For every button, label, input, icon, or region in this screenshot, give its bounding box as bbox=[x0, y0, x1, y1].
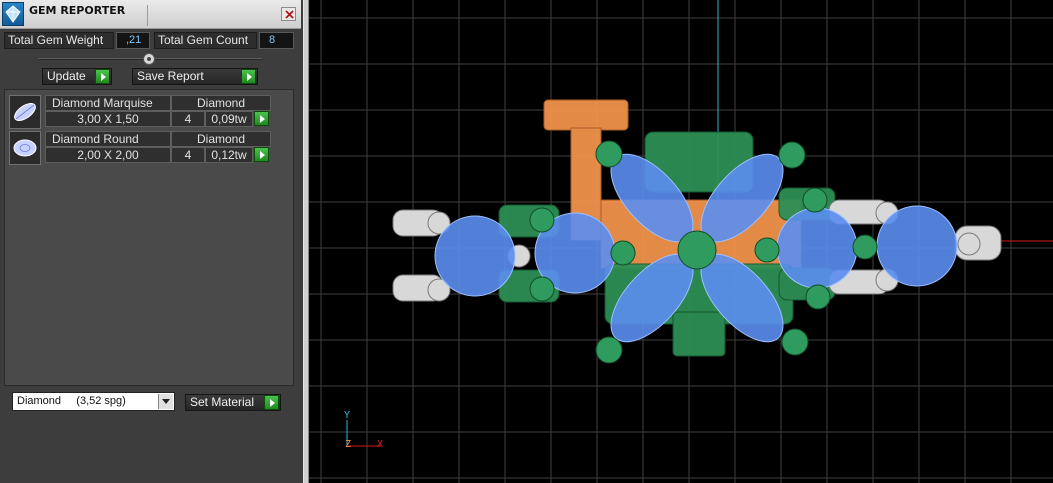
total-gem-weight-value: ,21 bbox=[116, 32, 150, 49]
gem-weight: 0,09tw bbox=[205, 111, 253, 127]
save-report-button-label: Save Report bbox=[137, 69, 204, 83]
gem-row-go-button[interactable] bbox=[254, 111, 269, 126]
gem-reporter-panel: GEM REPORTER Total Gem Weight ,21 Total … bbox=[0, 0, 303, 483]
gem-row[interactable]: Diamond Marquise Diamond 3,00 X 1,50 4 0… bbox=[9, 95, 271, 129]
gem-count: 4 bbox=[171, 147, 205, 163]
set-material-button[interactable]: Set Material bbox=[185, 394, 281, 411]
axis-gizmo bbox=[346, 420, 381, 447]
3d-viewport[interactable]: Y Z X bbox=[309, 0, 1053, 483]
total-gem-count-label: Total Gem Count bbox=[154, 32, 257, 49]
close-icon bbox=[285, 10, 294, 19]
total-gem-count-value: 8 bbox=[259, 32, 294, 49]
panel-title: GEM REPORTER bbox=[29, 4, 126, 17]
z-axis-label: Z bbox=[345, 439, 352, 450]
gem-size: 3,00 X 1,50 bbox=[45, 111, 171, 127]
y-axis-label: Y bbox=[344, 410, 351, 421]
gem-reporter-app-icon bbox=[2, 2, 24, 26]
gem-weight: 0,12tw bbox=[205, 147, 253, 163]
play-arrow-icon bbox=[241, 69, 256, 84]
gem-row-go-button[interactable] bbox=[254, 147, 269, 162]
slider-handle[interactable] bbox=[143, 53, 155, 65]
title-bar[interactable]: GEM REPORTER bbox=[0, 0, 301, 29]
title-separator bbox=[147, 5, 148, 26]
round-gem-icon bbox=[9, 131, 41, 165]
material-dropdown[interactable]: Diamond (3,52 spg) bbox=[12, 392, 175, 411]
play-arrow-icon bbox=[95, 69, 110, 84]
total-gem-weight-label: Total Gem Weight bbox=[4, 32, 114, 49]
gem-name: Diamond Marquise bbox=[45, 95, 171, 111]
gem-material: Diamond bbox=[171, 131, 271, 147]
marquise-gem-icon bbox=[9, 95, 41, 129]
chevron-down-icon[interactable] bbox=[158, 394, 173, 409]
x-axis-label: X bbox=[377, 439, 384, 450]
material-dropdown-value: Diamond (3,52 spg) bbox=[17, 395, 126, 407]
update-button[interactable]: Update bbox=[42, 68, 112, 85]
gem-size: 2,00 X 2,00 bbox=[45, 147, 171, 163]
gem-row[interactable]: Diamond Round Diamond 2,00 X 2,00 4 0,12… bbox=[9, 131, 271, 165]
gem-name: Diamond Round bbox=[45, 131, 171, 147]
play-arrow-icon bbox=[264, 395, 279, 410]
save-report-button[interactable]: Save Report bbox=[132, 68, 258, 85]
gem-material: Diamond bbox=[171, 95, 271, 111]
close-button[interactable] bbox=[281, 7, 296, 21]
update-button-label: Update bbox=[47, 69, 86, 83]
gem-list: Diamond Marquise Diamond 3,00 X 1,50 4 0… bbox=[4, 89, 294, 386]
viewport-canvas bbox=[309, 0, 1053, 483]
gem-count: 4 bbox=[171, 111, 205, 127]
set-material-button-label: Set Material bbox=[190, 395, 255, 409]
